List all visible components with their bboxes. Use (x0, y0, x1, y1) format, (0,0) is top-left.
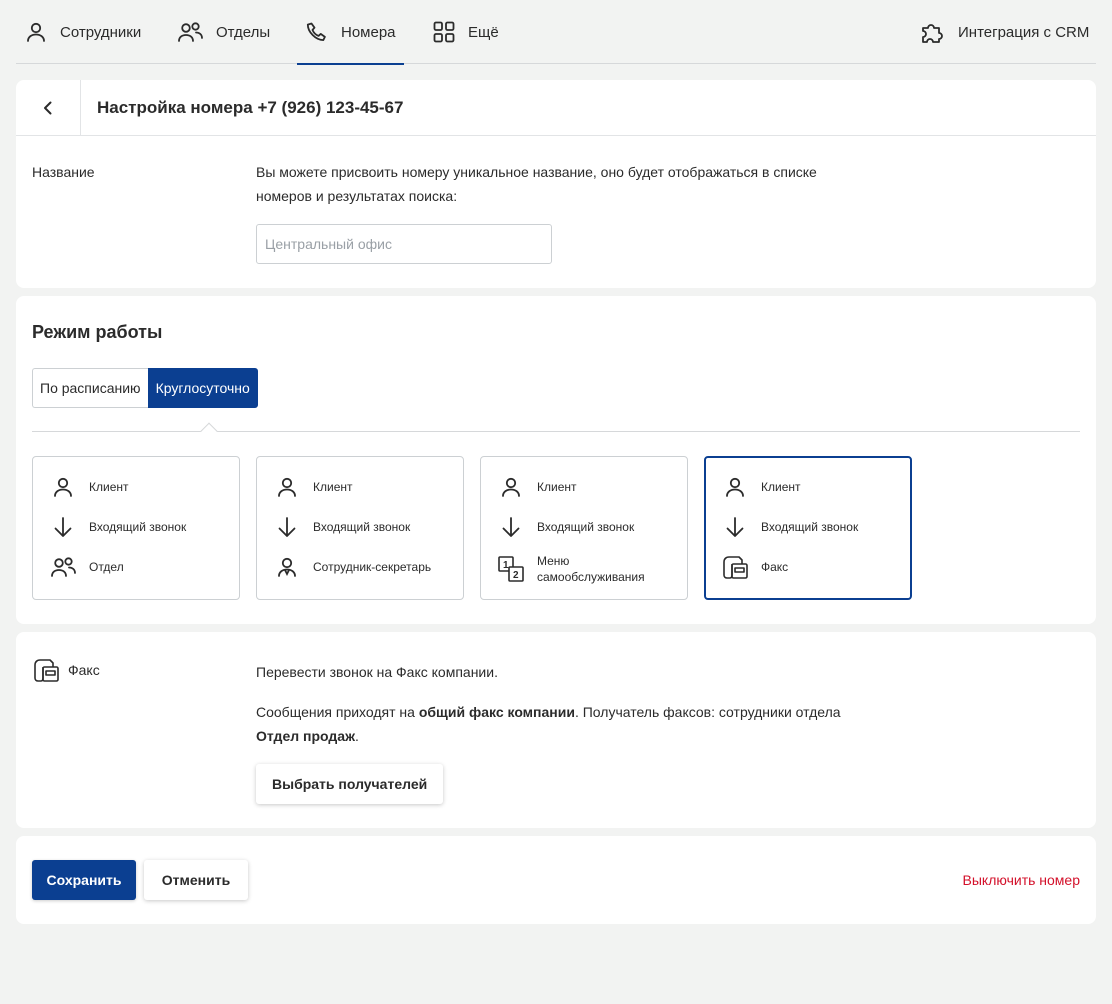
scenario-client-label: Клиент (89, 480, 129, 494)
grid-icon (433, 21, 455, 43)
back-button[interactable] (16, 80, 81, 135)
work-mode-title: Режим работы (32, 322, 163, 342)
scenario-target-row: Отдел (49, 553, 124, 581)
fax-label-group: Факс (32, 656, 100, 684)
fax-info-bold: общий факс компании (418, 704, 575, 720)
fax-department-name: Отдел продаж (256, 728, 355, 744)
scenario-call-label: Входящий звонок (89, 520, 187, 534)
scenario-call-label: Входящий звонок (761, 520, 859, 534)
secretary-icon (278, 557, 296, 577)
header-divider (16, 135, 1096, 136)
scenario-call-row: Входящий звонок (273, 513, 410, 541)
fax-info-mid: . Получатель факсов: сотрудники отдела (574, 704, 841, 720)
scenario-call-row: Входящий звонок (497, 513, 634, 541)
scenario-call-label: Входящий звонок (537, 520, 635, 534)
nav-departments-label: Отделы (216, 23, 271, 41)
nav-employees[interactable]: Сотрудники (24, 0, 141, 64)
nav-numbers[interactable]: Номера (297, 0, 403, 65)
nav-crm-integration[interactable]: Интеграция с CRM (920, 0, 1089, 64)
actions-card: Сохранить Отменить Выключить номер (16, 836, 1096, 924)
mode-pointer (200, 422, 218, 440)
nav-employees-label: Сотрудники (60, 23, 142, 41)
user-icon (54, 477, 72, 497)
arrow-down-icon (502, 517, 520, 537)
scenario-call-row: Входящий звонок (49, 513, 186, 541)
user-icon (726, 477, 744, 497)
top-navigation: Сотрудники Отделы Номера Ещё Интеграция … (16, 0, 1096, 65)
name-field-label: Название (32, 164, 95, 180)
scenario-client-row: Клиент (721, 473, 801, 501)
fax-description: Перевести звонок на Факс компании. (256, 664, 498, 680)
scenario-target-row: Факс (721, 553, 788, 581)
user-icon (502, 477, 520, 497)
scenario-target-label: Меню самообслуживания (537, 554, 645, 584)
page-title: Настройка номера +7 (926) 123-45-67 (97, 98, 404, 117)
nav-crm-label: Интеграция с CRM (958, 23, 1090, 41)
puzzle-icon (922, 24, 943, 43)
scenario-target-label: Отдел (89, 560, 124, 574)
scenario-client-label: Клиент (761, 480, 801, 494)
work-mode-card: Режим работы По расписанию Круглосуточно… (16, 296, 1096, 624)
nav-numbers-label: Номера (341, 23, 396, 41)
nav-more-label: Ещё (468, 23, 499, 41)
scenario-target-row: 1 2 Меню самообслуживания (497, 553, 657, 585)
fax-info-prefix: Сообщения приходят на (256, 704, 419, 720)
chevron-left-icon (44, 101, 52, 114)
scenario-department[interactable]: Клиент Входящий звонок Отдел (32, 456, 240, 600)
scenario-client-label: Клиент (313, 480, 353, 494)
choose-recipients-button[interactable]: Выбрать получателей (256, 764, 444, 804)
number-name-input[interactable] (256, 224, 552, 264)
group-icon (51, 557, 76, 577)
mode-24h-option[interactable]: Круглосуточно (147, 368, 258, 408)
svg-text:1: 1 (503, 560, 509, 571)
arrow-down-icon (54, 517, 72, 537)
scenario-ivr-menu[interactable]: Клиент Входящий звонок 1 2 Меню самообсл… (480, 456, 688, 600)
number-settings-card: Настройка номера +7 (926) 123-45-67 Назв… (16, 80, 1096, 288)
name-field-description: Вы можете присвоить номеру уникальное на… (256, 164, 817, 204)
cancel-button[interactable]: Отменить (144, 860, 248, 900)
scenario-target-row: Сотрудник-секретарь (273, 553, 431, 581)
scenario-call-label: Входящий звонок (313, 520, 411, 534)
user-icon (27, 22, 45, 42)
scenario-target-label: Факс (761, 560, 789, 574)
group-icon (178, 22, 203, 42)
nav-departments[interactable]: Отделы (176, 0, 270, 64)
svg-text:2: 2 (513, 570, 519, 581)
scenario-call-row: Входящий звонок (721, 513, 858, 541)
arrow-down-icon (726, 517, 744, 537)
save-button[interactable]: Сохранить (32, 860, 136, 900)
arrow-down-icon (278, 517, 296, 537)
ivr-menu-icon: 1 2 (498, 556, 524, 582)
user-icon (278, 477, 296, 497)
fax-recipients-info: Сообщения приходят на общий факс компани… (256, 700, 876, 748)
nav-more[interactable]: Ещё (432, 0, 499, 64)
scenario-target-label: Сотрудник-секретарь (313, 560, 432, 574)
fax-info-end: . (355, 728, 359, 744)
scenario-client-label: Клиент (537, 480, 577, 494)
fax-label: Факс (68, 662, 100, 678)
scenario-client-row: Клиент (497, 473, 577, 501)
phone-icon (306, 22, 326, 41)
mode-divider (32, 431, 1080, 432)
scenario-fax[interactable]: Клиент Входящий звонок Факс (704, 456, 912, 600)
disable-number-link[interactable]: Выключить номер (963, 872, 1080, 888)
fax-icon (723, 556, 748, 579)
work-mode-switch: По расписанию Круглосуточно (32, 368, 258, 408)
mode-schedule-option[interactable]: По расписанию (32, 368, 148, 408)
fax-settings-card: Факс Перевести звонок на Факс компании. … (16, 632, 1096, 828)
scenario-secretary[interactable]: Клиент Входящий звонок Сотрудник-секрета… (256, 456, 464, 600)
fax-icon (34, 659, 59, 682)
scenario-client-row: Клиент (49, 473, 129, 501)
scenario-client-row: Клиент (273, 473, 353, 501)
